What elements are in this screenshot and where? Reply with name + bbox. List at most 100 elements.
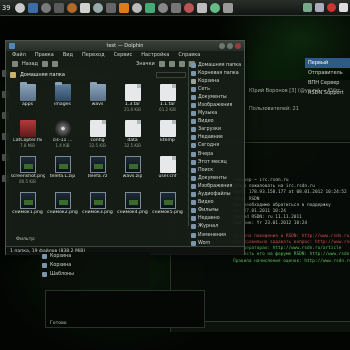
firefox-icon[interactable] bbox=[67, 2, 78, 13]
file-item[interactable]: 1.1.tar 61.2 KiB bbox=[150, 84, 185, 117]
menu-file[interactable]: Файл bbox=[12, 52, 26, 58]
calc-icon[interactable] bbox=[171, 2, 182, 13]
media-icon[interactable] bbox=[184, 2, 195, 13]
chat-server-item[interactable]: Первый bbox=[305, 58, 350, 68]
breadcrumb[interactable]: Домашняя папка bbox=[20, 72, 65, 78]
minimize-icon[interactable] bbox=[219, 43, 225, 49]
player-icon[interactable] bbox=[132, 2, 143, 13]
file-item[interactable]: telefa.7z bbox=[80, 156, 115, 189]
columns-view-icon[interactable] bbox=[168, 61, 175, 67]
tray-power-icon[interactable] bbox=[327, 3, 336, 12]
place-item[interactable]: Видео bbox=[189, 199, 244, 207]
place-item[interactable]: Корзина bbox=[189, 77, 244, 85]
widget-item[interactable]: Корзина bbox=[40, 261, 150, 270]
maximize-icon[interactable] bbox=[227, 43, 233, 49]
file-item[interactable]: CatCopter.flv 7.8 MiB bbox=[10, 120, 45, 153]
search-input[interactable] bbox=[156, 71, 186, 78]
place-item[interactable]: Домашняя папка bbox=[189, 61, 244, 69]
file-item[interactable]: screenshot.png 80.5 KiB bbox=[10, 156, 45, 189]
place-item[interactable]: Поиск bbox=[189, 166, 244, 174]
menu-view[interactable]: Вид bbox=[63, 52, 73, 58]
app-menu-icon[interactable] bbox=[15, 2, 26, 13]
windows-icon[interactable] bbox=[223, 2, 234, 13]
menu-edit[interactable]: Правка bbox=[35, 52, 54, 58]
place-item[interactable]: Журнал bbox=[189, 223, 244, 231]
file-item[interactable]: ktemp bbox=[150, 120, 185, 153]
menu-settings[interactable]: Настройка bbox=[141, 52, 169, 58]
file-item[interactable]: снимок2.png bbox=[45, 192, 80, 225]
preview-icon[interactable] bbox=[178, 61, 185, 67]
file-item[interactable]: wavs.zip bbox=[115, 156, 150, 189]
details-view-icon[interactable] bbox=[158, 61, 165, 67]
widget-item[interactable]: Корзина bbox=[40, 252, 150, 261]
clock[interactable]: 39 bbox=[2, 4, 10, 12]
file-item[interactable]: images bbox=[45, 82, 80, 117]
file-item[interactable]: 1.3.tar 21.6 KiB bbox=[115, 84, 150, 117]
view-icons-button[interactable]: Значки bbox=[136, 61, 155, 67]
editor-icon[interactable] bbox=[106, 2, 117, 13]
file-item[interactable]: data 32.5 KiB bbox=[115, 120, 150, 153]
file-item[interactable]: снимок1.png bbox=[10, 192, 45, 225]
place-item[interactable]: Изменения bbox=[189, 231, 244, 239]
window-titlebar[interactable]: test — Dolphin bbox=[6, 41, 244, 51]
terminal-icon[interactable] bbox=[54, 2, 65, 13]
file-item[interactable]: telefa.L.zip bbox=[45, 156, 80, 189]
place-item[interactable]: Недавние bbox=[189, 134, 244, 142]
chat-server-item[interactable]: RSDN Support bbox=[305, 88, 350, 98]
file-item[interactable]: снимок5.png bbox=[150, 192, 185, 225]
network-icon[interactable] bbox=[210, 2, 221, 13]
widget-item[interactable]: Шаблоны bbox=[40, 270, 150, 279]
place-item[interactable]: Музыка bbox=[189, 110, 244, 118]
vlc-icon[interactable] bbox=[119, 2, 130, 13]
terminal-window[interactable]: Готово bbox=[45, 290, 205, 328]
place-item[interactable]: Загрузки bbox=[189, 126, 244, 134]
place-item[interactable]: Документы bbox=[189, 174, 244, 182]
filter-bar[interactable]: Фильтр: bbox=[10, 237, 186, 243]
file-item[interactable]: cis-11 ... 1.4 KiB bbox=[45, 120, 80, 153]
document-icon[interactable] bbox=[80, 2, 91, 13]
close-icon[interactable] bbox=[235, 43, 241, 49]
file-item[interactable]: apps bbox=[10, 82, 45, 117]
place-item[interactable]: Вчера bbox=[189, 150, 244, 158]
menu-go[interactable]: Переход bbox=[82, 52, 105, 58]
place-item[interactable]: Сегодня bbox=[189, 142, 244, 150]
back-button[interactable]: Назад bbox=[22, 61, 38, 67]
browser-icon[interactable] bbox=[28, 2, 39, 13]
file-name: apps bbox=[21, 102, 34, 107]
file-item[interactable]: снимок4.png bbox=[115, 192, 150, 225]
place-item[interactable]: Видео bbox=[189, 118, 244, 126]
menu-tools[interactable]: Сервис bbox=[114, 52, 133, 58]
files-icon[interactable] bbox=[197, 2, 208, 13]
location-bar[interactable]: Домашняя папка bbox=[10, 70, 186, 79]
file-item[interactable]: config 32.5 KiB bbox=[80, 120, 115, 153]
place-item[interactable]: Изображения bbox=[189, 182, 244, 190]
place-item[interactable]: Фильмы bbox=[189, 207, 244, 215]
tray-volume-icon[interactable] bbox=[315, 3, 324, 12]
menu-help[interactable]: Справка bbox=[178, 52, 200, 58]
place-item[interactable]: Аудиофайлы bbox=[189, 191, 244, 199]
tray-network-icon[interactable] bbox=[303, 3, 312, 12]
place-item[interactable]: Изображения bbox=[189, 101, 244, 109]
forward-icon[interactable] bbox=[42, 61, 49, 67]
chat-icon[interactable] bbox=[145, 2, 156, 13]
image-icon bbox=[89, 156, 106, 173]
file-item[interactable]: снимок3.png bbox=[80, 192, 115, 225]
place-item[interactable]: Документы bbox=[189, 93, 244, 101]
globe-icon[interactable] bbox=[93, 2, 104, 13]
back-icon[interactable] bbox=[12, 61, 18, 67]
place-icon bbox=[191, 183, 196, 189]
file-view[interactable]: apps images wavs 1.3.tar 21.6 KiB 1.1.tar 61.2… bbox=[10, 80, 186, 248]
place-item[interactable]: Этот месяц bbox=[189, 158, 244, 166]
up-icon[interactable] bbox=[52, 61, 59, 67]
chat-server-item[interactable]: Отправитель bbox=[305, 68, 350, 78]
place-item[interactable]: Недавно bbox=[189, 215, 244, 223]
place-item[interactable]: Корневая папка bbox=[189, 69, 244, 77]
file-item[interactable]: wavs bbox=[80, 82, 115, 117]
file-item[interactable]: user.cnf bbox=[150, 156, 185, 189]
chat-server-item[interactable]: ВПН Сервер bbox=[305, 78, 350, 88]
disk-icon[interactable] bbox=[158, 2, 169, 13]
place-item[interactable]: Сеть bbox=[189, 85, 244, 93]
settings-icon[interactable] bbox=[41, 2, 52, 13]
image-icon bbox=[124, 156, 141, 173]
tray-clipboard-icon[interactable] bbox=[339, 3, 348, 12]
